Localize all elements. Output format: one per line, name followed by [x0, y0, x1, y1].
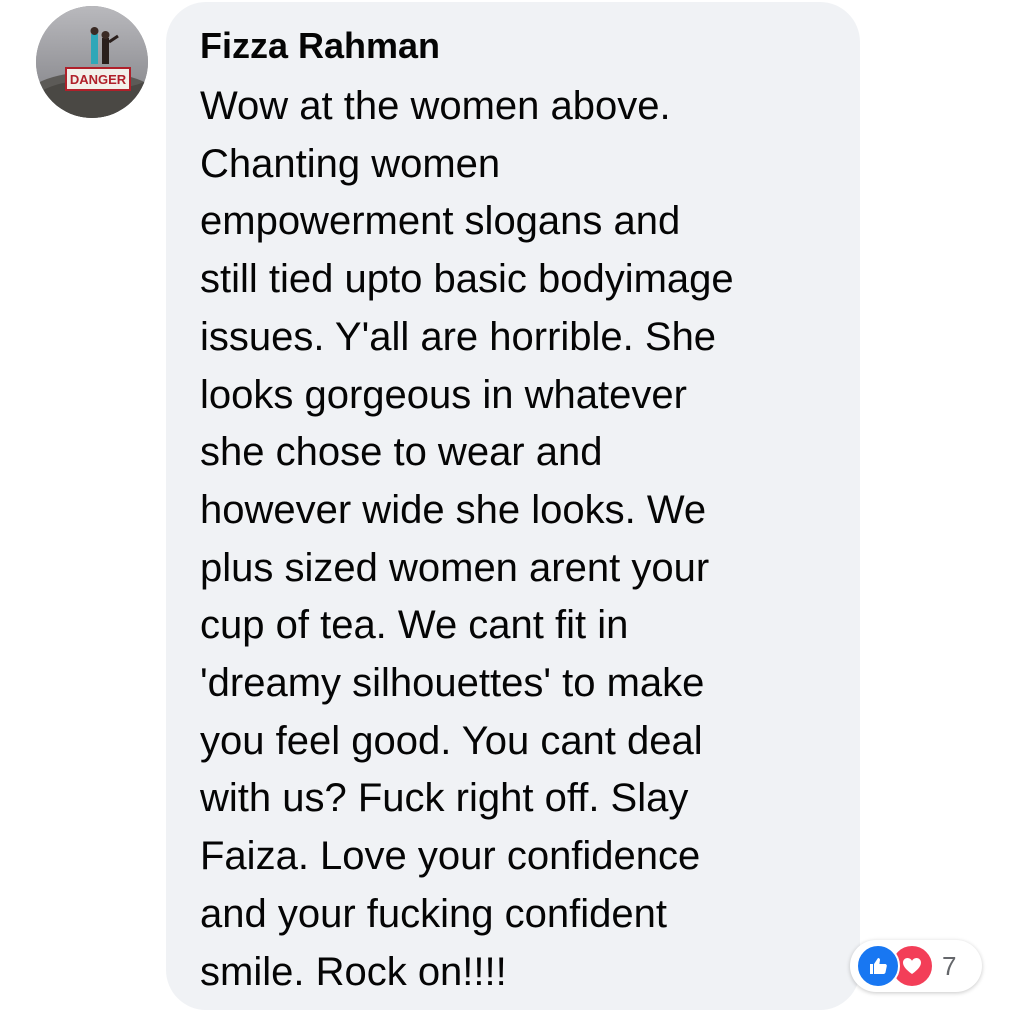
reaction-count: 7: [942, 950, 957, 981]
comment-text-line: Chanting women: [200, 141, 501, 186]
like-icon: [856, 944, 900, 988]
comment-text-line: Wow at the women above.: [200, 84, 671, 128]
comment-text-line: plus sized women arent your: [200, 545, 710, 590]
comment-text-line: issues. Y'all are horrible. She: [200, 314, 717, 359]
comment-text-line: you feel good. You cant deal: [200, 718, 703, 763]
comment-text-line: however wide she looks. We: [200, 487, 707, 532]
avatar[interactable]: DANGER: [36, 6, 148, 118]
comment-author[interactable]: Fizza Rahman: [200, 24, 440, 68]
comment-text-line: cup of tea. We cant fit in: [200, 603, 629, 648]
reaction-summary[interactable]: 7: [850, 940, 982, 992]
avatar-photo: DANGER: [36, 6, 148, 118]
comment-text-line: with us? Fuck right off. Slay: [200, 776, 689, 821]
comment-bubble: Fizza Rahman Wow at the women above. Cha…: [166, 2, 860, 1010]
comment-text-line: and your fucking confident: [200, 891, 667, 936]
comment-text-line: Faiza. Love your confidence: [200, 834, 701, 879]
comment-text: Wow at the women above. Chanting women e…: [200, 78, 734, 1001]
comment-text-line: she chose to wear and: [200, 430, 603, 475]
comment-text-line: still tied upto basic bodyimage: [200, 257, 734, 302]
comment-text-line: 'dreamy silhouettes' to make: [200, 661, 705, 706]
avatar-sign-text: DANGER: [70, 72, 127, 87]
comment-text-line: looks gorgeous in whatever: [200, 372, 687, 417]
comment-text-line: empowerment slogans and: [200, 199, 681, 244]
comment-text-line: smile. Rock on!!!!: [200, 949, 507, 994]
